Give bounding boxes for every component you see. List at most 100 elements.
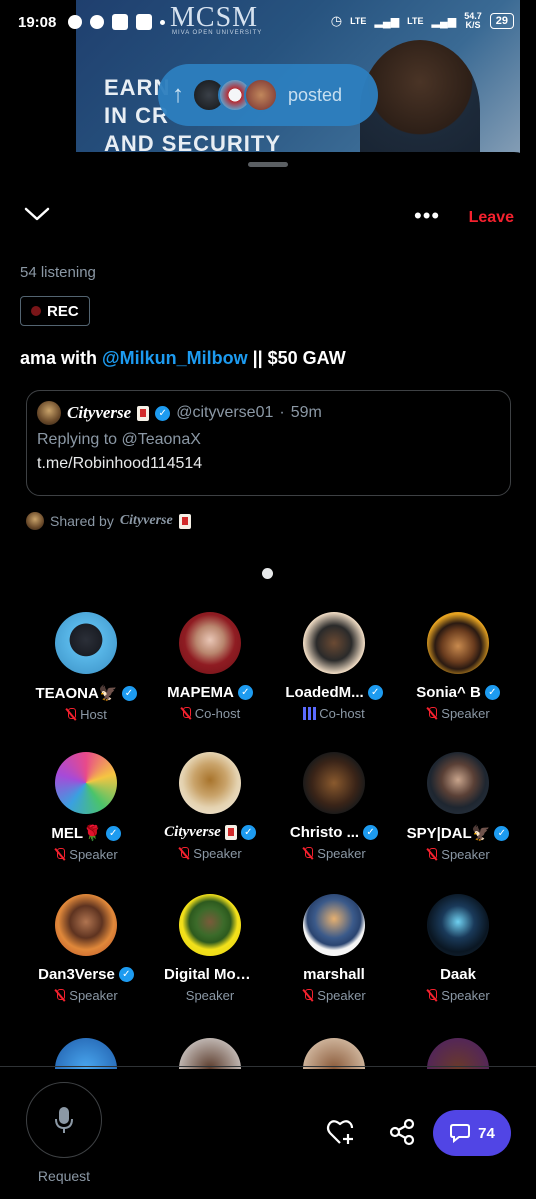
avatar [244,78,278,112]
avatar [179,612,241,674]
speed-readout: 54.7 K/S [464,12,482,30]
status-time: 19:08 [18,13,57,31]
participant-name: Sonia^ B [396,684,520,701]
post-time: 59m [290,404,322,421]
speed-unit: K/S [465,20,481,30]
participant-tile[interactable]: TEAONA🦅 Host [24,612,148,722]
participant-role-text: Speaker [69,988,118,1003]
participant-tile[interactable]: Dan3Verse Speaker [24,894,148,1003]
heart-plus-icon[interactable] [326,1118,356,1151]
post-replying-to: Replying to @TeaonaX [37,431,201,448]
shared-by: Shared by Cityverse [26,512,191,530]
alarm-icon: ◷ [330,13,343,28]
share-icon[interactable] [388,1118,416,1151]
participant-name: MAPEMA [148,684,272,701]
participant-tile[interactable]: Cityverse Speaker [148,752,272,861]
chevron-down-icon[interactable] [24,206,50,227]
more-notifications-icon [160,19,166,25]
participant-role: Co-host [148,706,272,721]
participant-tile[interactable]: SPY|DAL🦅 Speaker [396,752,520,862]
participant-role-text: Co-host [194,706,241,721]
avatar[interactable] [179,1038,241,1069]
verified-badge-icon [494,825,510,841]
participant-tile[interactable]: Digital Mon... Speaker [148,894,272,1003]
participant-role: Co-host [272,706,396,721]
post-author-name: Cityverse [67,403,132,422]
participant-name: marshall [272,966,396,983]
title-mention-link[interactable]: @Milkun_Milbow [102,348,248,368]
listener-count: 54 listening [20,264,96,281]
participant-role: Speaker [396,988,520,1003]
avatar [303,894,365,956]
participant-role: Speaker [396,847,520,862]
mic-off-icon [65,708,77,721]
more-options-icon[interactable]: ••• [414,205,440,227]
status-right: ◷ LTE ▂▄▆ LTE ▂▄▆ 54.7 K/S 29 [331,12,514,30]
mic-off-icon [178,847,190,860]
avatar[interactable] [427,1038,489,1069]
participant-role-text: Speaker [441,988,490,1003]
signal-icon: ▂▄▆ [374,15,400,28]
avatar [26,512,44,530]
participant-tile[interactable]: Christo ... Speaker [272,752,396,861]
participant-name: Daak [396,966,520,983]
participant-name: SPY|DAL🦅 [396,824,520,842]
participant-role-text: Speaker [441,847,490,862]
avatar [303,612,365,674]
new-posts-pill[interactable]: ↑ posted [158,64,378,126]
avatar [55,612,117,674]
participant-tile[interactable]: MAPEMA Co-host [148,612,272,721]
post-header: Cityverse @cityverse01 · 59m [37,401,500,425]
page-indicator-dot [262,568,273,579]
participant-name-text: TEAONA🦅 [35,685,118,702]
mic-off-icon [54,848,66,861]
avatar [179,752,241,814]
verified-badge-icon [105,825,121,841]
request-to-speak-button[interactable] [26,1082,102,1158]
shared-by-name: Cityverse [119,513,173,528]
shared-by-prefix: Shared by [50,513,114,529]
drag-handle[interactable] [248,162,288,167]
participant-name-text: Sonia^ B [416,684,481,701]
participant-name: Christo ... [272,824,396,841]
verified-badge-icon [363,825,379,840]
avatar[interactable] [303,1038,365,1069]
post-text[interactable]: t.me/Robinhood114514 [37,455,500,473]
participant-tile[interactable]: Sonia^ B Speaker [396,612,520,721]
chat-button[interactable]: 74 [433,1110,511,1156]
participant-tile[interactable]: marshall Speaker [272,894,396,1003]
status-bar: 19:08 ◷ LTE ▂▄▆ LTE ▂▄▆ 54.7 K/S 29 [0,0,536,44]
mic-off-icon [426,989,438,1002]
participant-name-text: LoadedM... [285,684,364,701]
avatar [427,752,489,814]
participant-name-text: MEL🌹 [51,825,102,842]
avatar[interactable] [55,1038,117,1069]
participant-name-text: marshall [303,966,365,983]
mic-off-icon [54,989,66,1002]
title-text: || $50 GAW [247,348,346,368]
participant-role-text: Host [80,707,107,722]
participant-name: TEAONA🦅 [24,684,148,702]
post-separator: · [279,404,285,421]
arrow-up-icon: ↑ [172,81,184,108]
participant-tile[interactable]: LoadedM... Co-host [272,612,396,721]
app-icon [136,14,153,30]
participant-role: Speaker [272,988,396,1003]
participant-name-text: Christo ... [289,824,360,841]
verified-badge-icon [118,967,134,982]
participant-tile[interactable]: Daak Speaker [396,894,520,1003]
participant-name-text: Cityverse [164,824,221,840]
participant-role: Speaker [272,846,396,861]
verified-badge-icon [240,825,256,840]
mahjong-emoji-icon [178,513,191,529]
participant-tile[interactable]: MEL🌹 Speaker [24,752,148,862]
space-sheet: ••• Leave 54 listening REC ama with @Mil… [0,152,536,1199]
rec-label: REC [47,302,79,320]
pinned-post-card[interactable]: Cityverse @cityverse01 · 59m Replying to… [26,390,511,496]
request-label: Request [37,1168,91,1184]
participant-name-text: Daak [440,966,476,983]
mic-off-icon [302,989,314,1002]
participant-role-text: Speaker [185,988,235,1003]
title-text: ama with [20,348,103,368]
leave-button[interactable]: Leave [469,209,514,227]
